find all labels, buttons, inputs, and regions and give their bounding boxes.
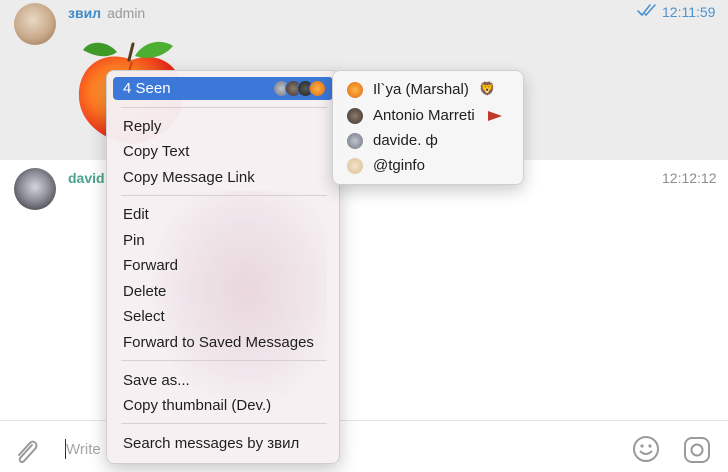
menu-item-copy-text[interactable]: Copy Text	[113, 140, 333, 163]
avatar-zvil[interactable]	[14, 3, 56, 45]
menu-separator	[121, 107, 327, 108]
menu-item-copy-thumbnail[interactable]: Copy thumbnail (Dev.)	[113, 394, 333, 417]
menu-separator	[121, 360, 327, 361]
seen-by-name: davide. ф	[373, 132, 438, 149]
message-input[interactable]: Write	[66, 441, 101, 458]
role-badge: admin	[107, 5, 146, 21]
avatar-david[interactable]	[14, 168, 56, 210]
sender-name-david[interactable]: david	[68, 170, 105, 186]
menu-item-label: Select	[123, 308, 165, 325]
menu-separator	[121, 195, 327, 196]
menu-item-label: Copy Text	[123, 143, 190, 160]
sender-name-zvil[interactable]: звил admin	[68, 5, 145, 21]
seen-menu-item[interactable]: 4 Seen	[113, 77, 333, 100]
menu-item-forward[interactable]: Forward	[113, 254, 333, 277]
seen-by-item[interactable]: @tginfo	[347, 155, 517, 177]
seen-label: 4 Seen	[123, 80, 171, 97]
message-time: 12:12:12	[662, 170, 717, 186]
menu-item-reply[interactable]: Reply	[113, 115, 333, 138]
menu-item-search-messages[interactable]: Search messages by звил	[113, 432, 333, 455]
seen-by-name: Il`ya (Marshal)	[373, 81, 469, 98]
menu-item-label: Save as...	[123, 372, 190, 389]
menu-item-label: Reply	[123, 118, 162, 135]
menu-item-forward-to-saved[interactable]: Forward to Saved Messages	[113, 331, 333, 354]
menu-separator	[121, 423, 327, 424]
seen-avatar	[309, 80, 326, 97]
menu-item-edit[interactable]: Edit	[113, 203, 333, 226]
menu-item-label: Edit	[123, 206, 149, 223]
avatar	[347, 108, 363, 124]
menu-item-label: Forward	[123, 257, 179, 274]
menu-item-save-as[interactable]: Save as...	[113, 369, 333, 392]
menu-item-label: Pin	[123, 232, 145, 249]
camera-icon[interactable]	[682, 435, 712, 465]
menu-item-pin[interactable]: Pin	[113, 229, 333, 252]
menu-item-label: Forward to Saved Messages	[123, 334, 314, 351]
flag-icon	[488, 111, 502, 121]
seen-by-name: Antonio Marreti	[373, 107, 475, 124]
emoji-icon[interactable]	[632, 435, 660, 463]
seen-by-item[interactable]: davide. ф	[347, 130, 517, 152]
avatar	[347, 133, 363, 149]
seen-by-name: @tginfo	[373, 157, 425, 174]
message-time: 12:11:59	[662, 4, 716, 20]
sender-name: звил	[68, 5, 102, 21]
avatar	[347, 158, 363, 174]
paperclip-icon[interactable]	[12, 437, 40, 467]
double-check-icon	[637, 4, 656, 17]
message-context-menu: 4 Seen Reply Copy Text Copy Message Link…	[106, 70, 340, 464]
menu-item-label: Delete	[123, 283, 167, 300]
menu-item-label: Copy Message Link	[123, 169, 255, 186]
menu-item-delete[interactable]: Delete	[113, 280, 333, 303]
lion-emoji: 🦁	[479, 81, 496, 96]
seen-by-submenu: Il`ya (Marshal) 🦁 Antonio Marreti davide…	[332, 70, 524, 185]
seen-avatars	[273, 80, 327, 97]
menu-item-select[interactable]: Select	[113, 305, 333, 328]
seen-by-item[interactable]: Antonio Marreti	[347, 105, 517, 127]
menu-item-label: Search messages by звил	[123, 435, 300, 452]
menu-item-label: Copy thumbnail (Dev.)	[123, 397, 272, 414]
avatar	[347, 82, 363, 98]
menu-item-copy-message-link[interactable]: Copy Message Link	[113, 166, 333, 189]
seen-by-item[interactable]: Il`ya (Marshal) 🦁	[347, 79, 517, 101]
